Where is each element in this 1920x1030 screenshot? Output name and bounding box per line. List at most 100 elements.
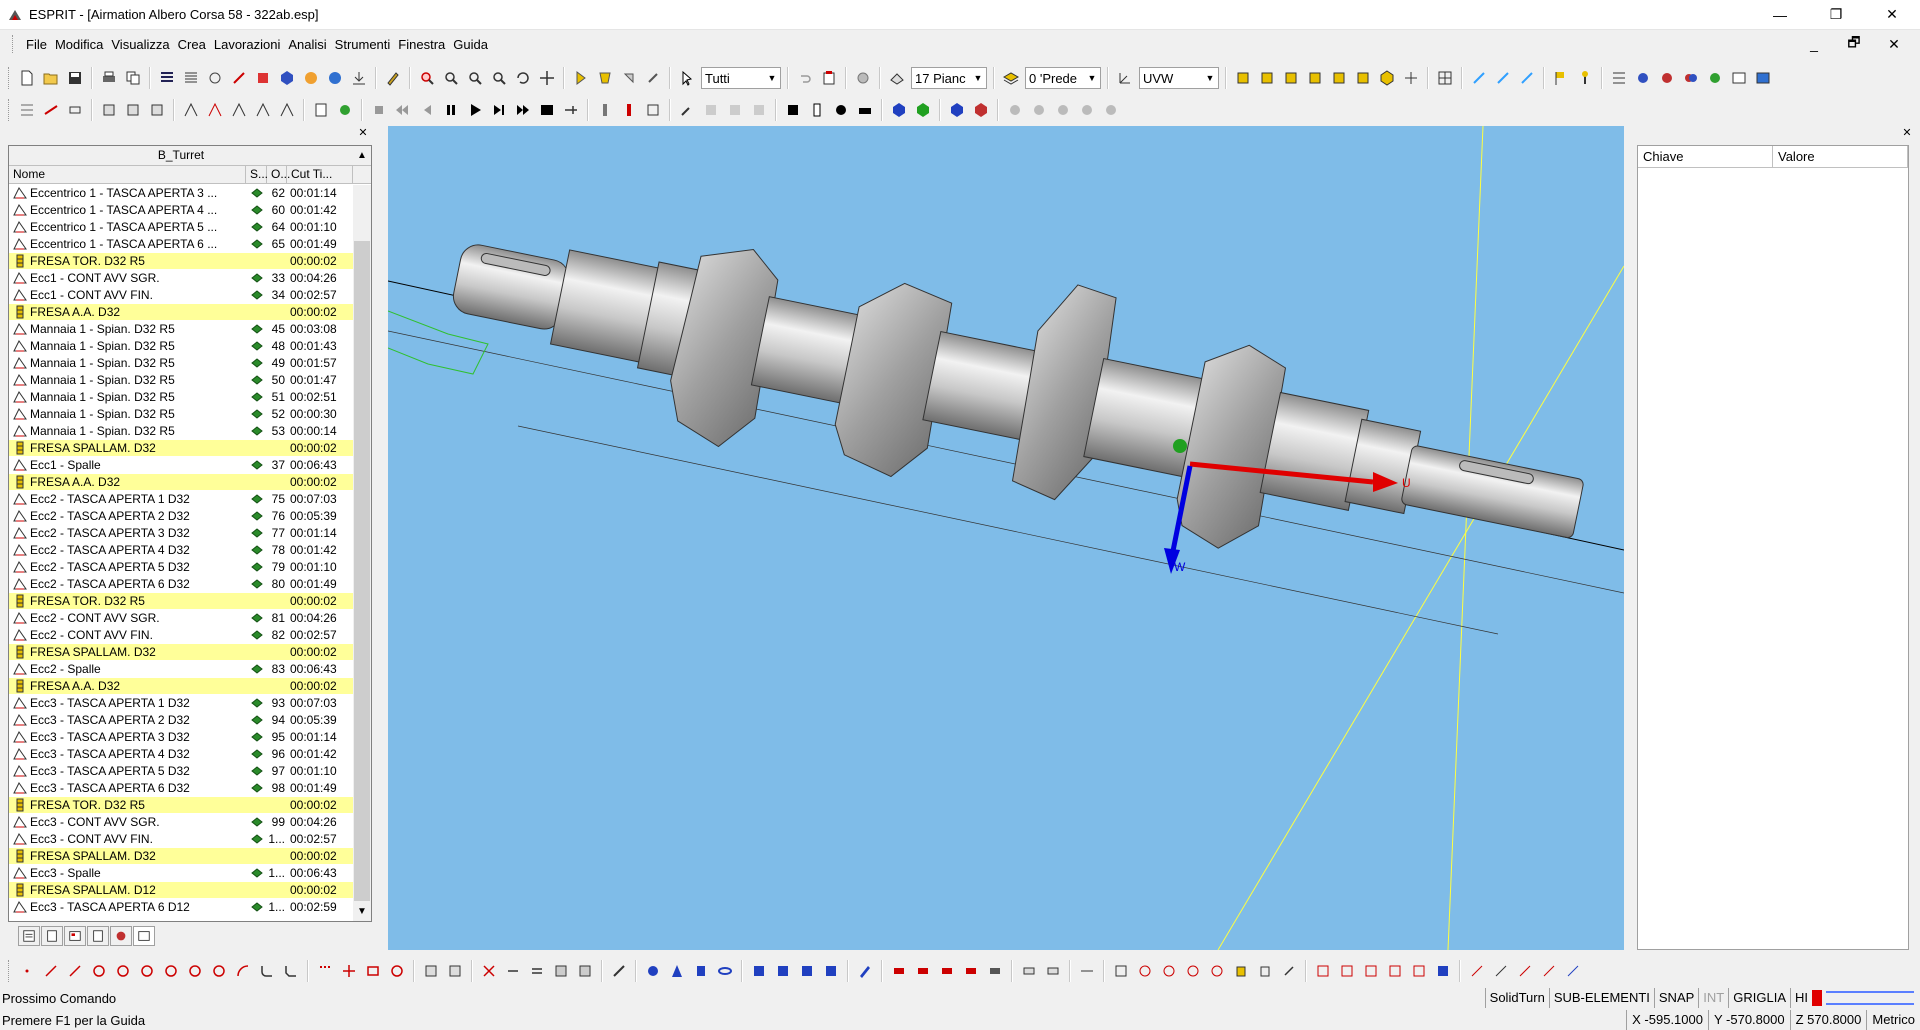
step-back-icon[interactable] [416,99,438,121]
paste-icon[interactable] [818,67,840,89]
feature-pocket-icon[interactable] [204,99,226,121]
step-forward-icon[interactable] [488,99,510,121]
save-icon[interactable] [64,67,86,89]
zoom-fit-icon[interactable] [488,67,510,89]
offset-icon[interactable] [526,960,548,982]
screenshot-icon[interactable] [1728,67,1750,89]
snap3-icon[interactable] [1514,960,1536,982]
collision-icon[interactable] [618,99,640,121]
hand-icon[interactable] [1004,99,1026,121]
close-icon[interactable]: ✕ [356,128,370,140]
zoom-out-icon[interactable] [464,67,486,89]
select-feature-icon[interactable] [570,67,592,89]
end-icon[interactable] [536,99,558,121]
mdi-close-button[interactable]: ✕ [1874,33,1914,55]
coordinate-system-icon[interactable] [1114,67,1136,89]
operation-row[interactable]: Ecc2 - TASCA APERTA 4 D32 78 00:01:42 [9,541,353,559]
drill-icon[interactable] [608,960,630,982]
mode-indicator[interactable]: SolidTurn [1484,988,1549,1008]
tool-view-icon[interactable] [830,99,852,121]
toolbar-grip[interactable] [8,99,11,121]
pointer-icon[interactable] [676,67,698,89]
cylinder-icon[interactable] [690,960,712,982]
column-key[interactable]: Chiave [1638,146,1773,167]
close-icon[interactable]: ✕ [1900,128,1914,140]
zoom-in-icon[interactable] [440,67,462,89]
operation-row[interactable]: Ecc2 - CONT AVV FIN. 82 00:02:57 [9,626,353,644]
tool-row[interactable]: FRESA SPALLAM. D32 00:00:02 [9,644,353,661]
multi-solid-icon[interactable] [970,99,992,121]
view-front-icon[interactable] [1280,67,1302,89]
color-icon[interactable] [1632,67,1654,89]
pause-icon[interactable] [440,99,462,121]
tab-layers[interactable] [64,926,86,946]
operation-row[interactable]: Eccentrico 1 - TASCA APERTA 3 ... 62 00:01… [9,184,353,202]
join-icon[interactable] [574,960,596,982]
pan-icon[interactable] [536,67,558,89]
nc-code-icon[interactable] [310,99,332,121]
column-value[interactable]: Valore [1773,146,1908,167]
operation-row[interactable]: Ecc2 - TASCA APERTA 5 D32 79 00:01:10 [9,558,353,576]
stock-setup-icon[interactable] [64,99,86,121]
circle4-icon[interactable] [160,960,182,982]
line-angle-icon[interactable] [64,960,86,982]
new-file-icon[interactable] [16,67,38,89]
view-bottom-icon[interactable] [1376,67,1398,89]
green-solid-icon[interactable] [912,99,934,121]
collapse-up-icon[interactable]: ▲ [355,149,369,163]
close-button[interactable]: ✕ [1864,0,1920,30]
hi-indicator[interactable]: HI [1790,988,1812,1008]
grid-toggle-icon[interactable] [1434,67,1456,89]
int-indicator[interactable]: INT [1698,988,1728,1008]
operation-row[interactable]: Ecc2 - TASCA APERTA 6 D32 80 00:01:49 [9,575,353,593]
work-plane-combo[interactable]: 17 Pianc ▼ [911,67,987,89]
rectangle-icon[interactable] [362,960,384,982]
operation-row[interactable]: Ecc2 - TASCA APERTA 3 D32 77 00:01:14 [9,524,353,542]
transform-icon[interactable] [1468,67,1490,89]
menu-file[interactable]: File [22,37,51,52]
minimize-button[interactable]: — [1752,0,1808,30]
copy-entity-icon[interactable] [1206,960,1228,982]
menu-finestra[interactable]: Finestra [394,37,449,52]
menu-grip[interactable] [12,35,16,53]
operation-row[interactable]: Mannaia 1 - Spian. D32 R5 51 00:02:51 [9,388,353,406]
snap-icon[interactable] [1466,960,1488,982]
attach-icon[interactable] [1278,960,1300,982]
line-style-swatch[interactable] [1826,991,1914,1005]
menu-visualizza[interactable]: Visualizza [107,37,173,52]
operation-row[interactable]: Ecc2 - TASCA APERTA 1 D32 75 00:07:03 [9,490,353,508]
area-icon[interactable] [1384,960,1406,982]
menu-crea[interactable]: Crea [174,37,210,52]
fast-forward-icon[interactable] [512,99,534,121]
machine-view-icon[interactable] [854,99,876,121]
stock-view-icon[interactable] [782,99,804,121]
grid-view-icon[interactable] [156,67,178,89]
machine-setup-icon[interactable] [146,99,168,121]
menu-guida[interactable]: Guida [449,37,492,52]
tool-row[interactable]: FRESA A.A. D32 00:00:02 [9,474,353,491]
boolean-intersect-icon[interactable] [796,960,818,982]
circle6-icon[interactable] [208,960,230,982]
select-solid-icon[interactable] [594,67,616,89]
dimension-icon[interactable] [1076,960,1098,982]
menu-analisi[interactable]: Analisi [284,37,330,52]
column-o[interactable]: O... [267,166,290,183]
tool-row[interactable]: FRESA SPALLAM. D12 00:00:02 [9,882,353,899]
palette-icon[interactable] [1656,67,1678,89]
toolbar-grip[interactable] [8,67,11,89]
operation-row[interactable]: Ecc3 - TASCA APERTA 6 D32 98 00:01:49 [9,779,353,797]
simulate-icon[interactable] [382,67,404,89]
operation-row[interactable]: Ecc1 - Spalle 37 00:06:43 [9,456,353,474]
wrench-icon[interactable] [676,99,698,121]
blue-solid-icon[interactable] [888,99,910,121]
undo-icon[interactable] [794,67,816,89]
operation-row[interactable]: Mannaia 1 - Spian. D32 R5 52 00:00:30 [9,405,353,423]
operation-row[interactable]: Ecc3 - TASCA APERTA 5 D32 97 00:01:10 [9,762,353,780]
analyze-icon[interactable] [1336,960,1358,982]
blend-icon[interactable] [984,960,1006,982]
operation-row[interactable]: Eccentrico 1 - TASCA APERTA 4 ... 60 00:01… [9,201,353,219]
coord-system-combo[interactable]: UVW ▼ [1139,67,1219,89]
chamfer-icon[interactable] [280,960,302,982]
tree-scrollbar[interactable]: ▼ [353,185,371,921]
sub-elements-indicator[interactable]: SUB-ELEMENTI [1548,988,1654,1008]
